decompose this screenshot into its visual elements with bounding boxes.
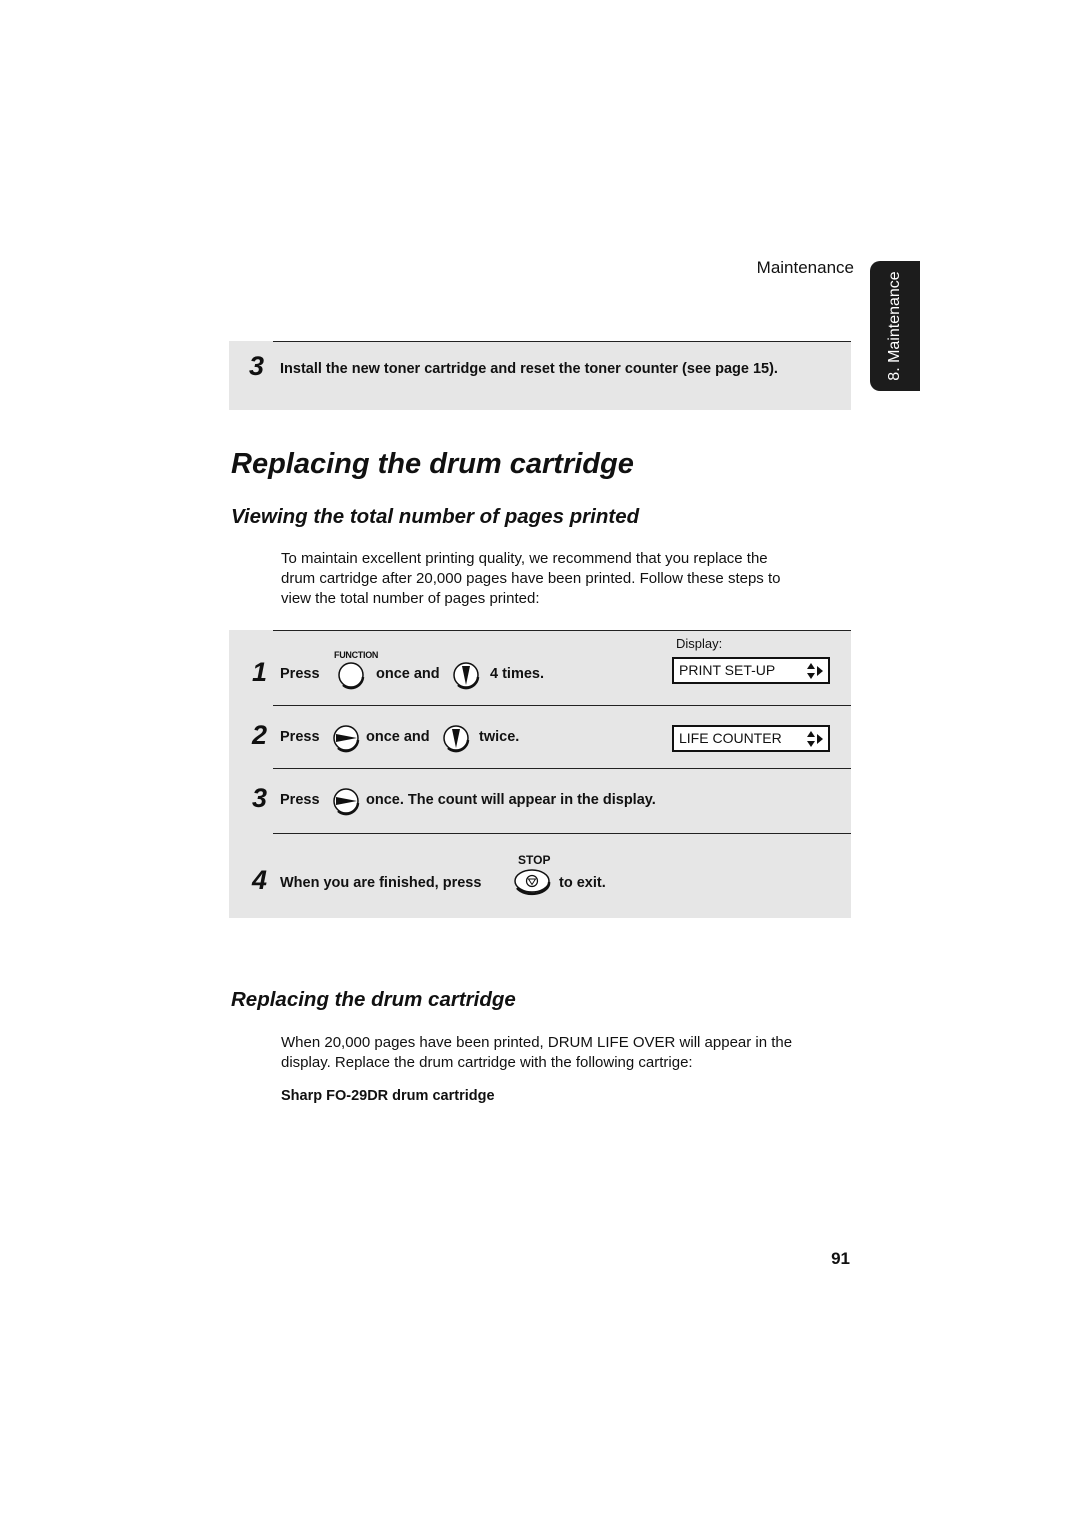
intro-line: view the total number of pages printed: xyxy=(281,590,540,607)
lcd-up-down-right-arrows-icon xyxy=(807,663,823,679)
down-arrow-button-icon xyxy=(453,662,480,690)
running-header: Maintenance xyxy=(756,258,854,277)
step-text: Press xyxy=(280,666,320,682)
lcd-text: PRINT SET-UP xyxy=(679,662,776,678)
subsection-title-replacing: Replacing the drum cartridge xyxy=(231,988,516,1011)
step-text: once and xyxy=(376,666,440,682)
down-arrow-button-icon xyxy=(443,725,470,753)
step-text: Press xyxy=(280,792,320,808)
display-caption: Display: xyxy=(676,636,723,651)
lcd-text: LIFE COUNTER xyxy=(679,730,782,746)
step-text: once. The count will appear in the displ… xyxy=(366,792,656,808)
intro-paragraph: To maintain excellent printing quality, … xyxy=(281,549,846,609)
step-number: 4 xyxy=(252,865,268,895)
step-number: 1 xyxy=(252,657,268,687)
intro-line: drum cartridge after 20,000 pages have b… xyxy=(281,570,781,587)
replacing-paragraph: When 20,000 pages have been printed, DRU… xyxy=(281,1033,846,1073)
step-text: to exit. xyxy=(559,875,606,891)
body-line: display. Replace the drum cartridge with… xyxy=(281,1054,693,1071)
right-arrow-button-icon xyxy=(333,788,360,816)
section-title: Replacing the drum cartridge xyxy=(231,448,634,480)
step-number: 3 xyxy=(249,351,265,381)
right-arrow-button-icon xyxy=(333,725,360,753)
stop-button-label: STOP xyxy=(518,853,551,867)
chapter-tab: 8. Maintenance xyxy=(870,261,920,391)
function-button-label: FUNCTION xyxy=(334,650,379,660)
page-number: 91 xyxy=(831,1249,850,1268)
step-number: 2 xyxy=(252,720,268,750)
step-text: once and xyxy=(366,729,430,745)
lcd-up-down-right-arrows-icon xyxy=(807,731,823,747)
previous-step-box: 3 Install the new toner cartridge and re… xyxy=(229,341,851,410)
chapter-tab-label: 8. Maintenance xyxy=(886,271,903,381)
function-button-icon xyxy=(338,662,365,690)
step-number: 3 xyxy=(252,783,268,813)
step-divider xyxy=(273,833,851,834)
step-text: Press xyxy=(280,729,320,745)
intro-line: To maintain excellent printing quality, … xyxy=(281,550,768,567)
lcd-display: PRINT SET-UP xyxy=(672,657,830,684)
cartridge-model: Sharp FO-29DR drum cartridge xyxy=(281,1088,495,1104)
step-text: 4 times. xyxy=(490,666,544,682)
step-divider xyxy=(273,768,851,769)
step-text: When you are finished, press xyxy=(280,875,482,891)
step-divider xyxy=(273,341,851,342)
steps-box: Display: 1 Press FUNCTION once and 4 tim… xyxy=(229,630,851,918)
step-text: Install the new toner cartridge and rese… xyxy=(280,361,778,377)
stop-button-icon xyxy=(514,869,551,896)
step-divider xyxy=(273,630,851,631)
subsection-title-viewing: Viewing the total number of pages printe… xyxy=(231,505,640,528)
step-divider xyxy=(273,705,851,706)
step-text: twice. xyxy=(479,729,520,745)
lcd-display: LIFE COUNTER xyxy=(672,725,830,752)
body-line: When 20,000 pages have been printed, DRU… xyxy=(281,1034,793,1051)
